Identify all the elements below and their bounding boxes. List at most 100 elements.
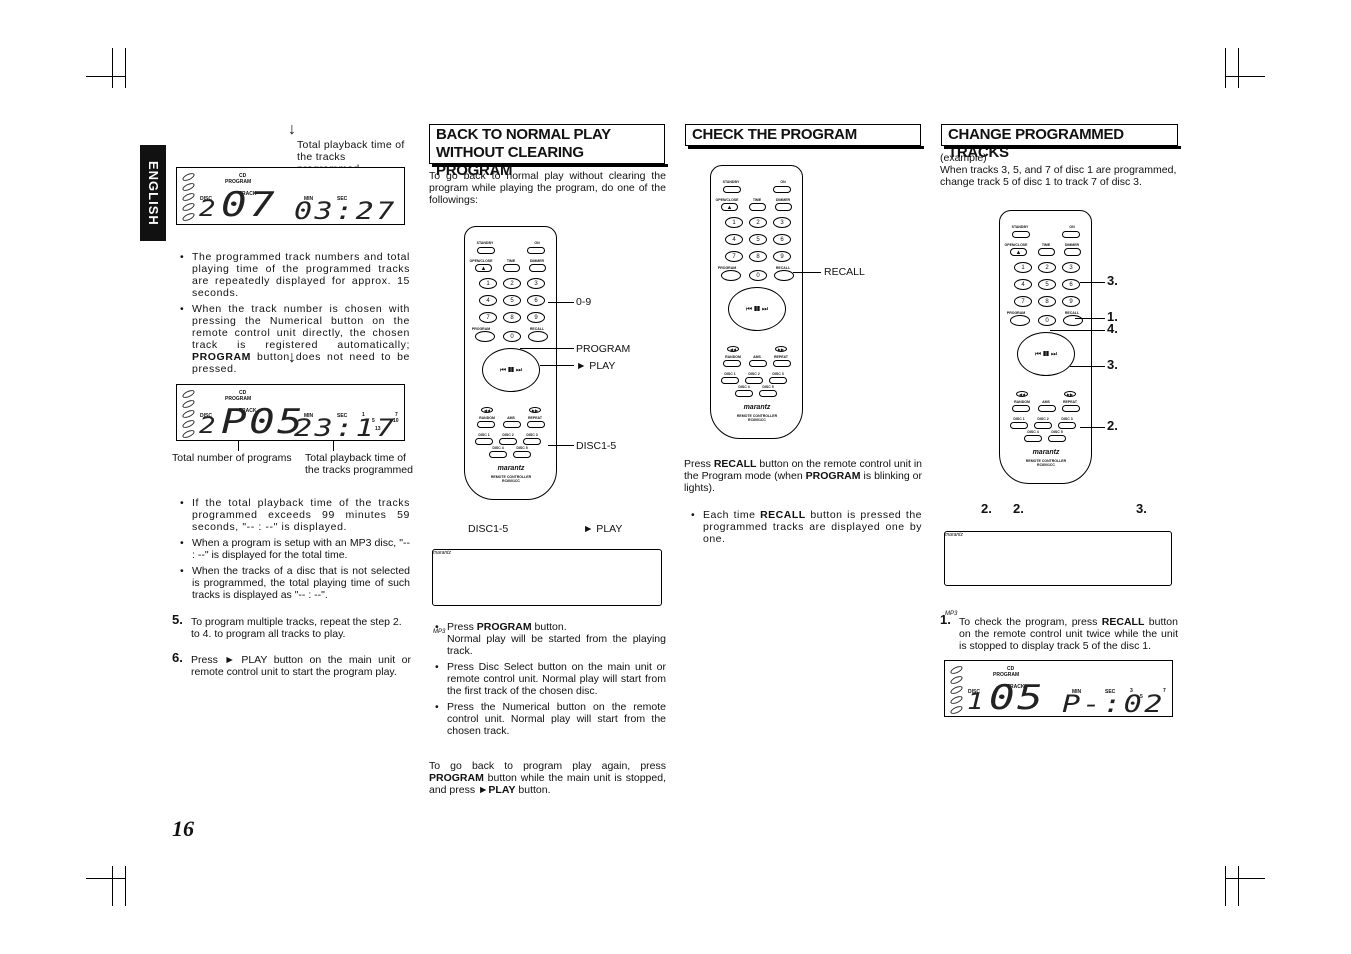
crop-mark [86,878,126,879]
remote-control: STANDBY ON OPEN/CLOSE TIME DIMMER ▲ 1 2 3 4 5 6 7 8 9 P… [464,226,557,500]
label-time: TIME [752,198,762,202]
label-open-close: OPEN/CLOSE [715,198,739,202]
number-key-6: 6 [773,234,791,245]
recall-button [1063,315,1083,326]
ams-back-button: ◀◀ [1016,391,1028,397]
ams-forward-button: ▶▶ [775,346,787,352]
step-5-text: To program multiple tracks, repeat the s… [191,616,402,640]
disc-4-button [735,390,753,397]
model-label: REMOTE CONTROLLER RC6001CC [1025,459,1067,467]
label-repeat: REPEAT [528,416,542,420]
crop-mark [1225,878,1265,879]
open-close-button: ▲ [721,203,738,211]
number-key-7: 7 [1014,296,1032,307]
label-disc: DISC 1 [478,433,490,437]
callout-0-9: 0-9 [576,296,592,308]
main-unit: marantz MP3 [944,531,1172,617]
number-key-4: 4 [725,234,743,245]
disc-tray [433,574,637,583]
dimmer-button [1064,248,1081,256]
number-key-5: 5 [749,234,767,245]
label-on: ON [1069,225,1075,229]
on-button [527,247,545,254]
label-standby: STANDBY [476,241,494,245]
total-time: P-:02 [1062,690,1165,718]
number-key-0: 0 [749,270,767,281]
callout-program: PROGRAM [576,343,631,355]
standby-button [477,247,495,254]
label-disc: DISC 5 [516,446,528,450]
crop-mark [1225,866,1226,906]
number-key-1: 1 [1014,262,1032,273]
step-callout: 2. [1107,418,1118,433]
control-knob [945,593,954,602]
step-number: 5. [172,612,183,627]
disc-4-button [489,451,507,458]
calendar-number: 5 [1140,694,1143,700]
disc-tray [945,556,1147,565]
repeat-button [1062,405,1080,412]
number-key-1: 1 [479,278,497,289]
front-display [945,544,1002,556]
transport-button [945,572,952,579]
program-button [1010,315,1030,326]
time-button [1038,248,1055,256]
number-key-4: 4 [479,295,497,306]
lcd-display-1: CD PROGRAM DISC TRACK MIN SEC 2 07 03:27 7 [176,167,405,225]
transport-button [945,579,952,586]
step-6-text: Press ► PLAY button on the main unit or … [191,654,411,678]
crop-mark [1238,866,1239,906]
crop-mark [1225,48,1226,88]
repeat-button [773,360,791,367]
number-key-0: 0 [503,331,521,342]
model-label: REMOTE CONTROLLER RC6001CC [736,414,778,422]
remote-control: STANDBY ON OPEN/CLOSE TIME DIMMER ▲ 1 2 3 4 5 6 7 8 9 P… [999,210,1092,484]
label-open-close: OPEN/CLOSE [469,259,493,263]
disc-1-button [721,377,739,384]
number-key-2: 2 [749,217,767,228]
crop-mark [86,76,126,77]
calendar-number: 7 [367,203,370,209]
random-button [477,421,495,428]
label-disc: DISC 3 [772,372,784,376]
disc-5-button [513,451,531,458]
disc-ring-icon [181,398,196,410]
open-close-button: ▲ [1010,248,1027,256]
step-number: 6. [172,650,183,665]
crop-mark [112,48,113,88]
on-button [1062,231,1080,238]
language-tab: ENGLISH [140,145,166,241]
brand-logo: marantz [497,465,525,472]
back-bullets: Press PROGRAM button.Normal play will be… [435,621,666,741]
step-callout: 2. [1013,501,1024,516]
number-key-7: 7 [725,251,743,262]
page-number: 16 [172,816,194,841]
disc-5-button [1048,435,1066,442]
transport-button [433,597,440,604]
label-disc: DISC 3 [1061,417,1073,421]
bullet: The programmed track numbers and total p… [180,251,410,299]
label-dimmer: DIMMER [775,198,791,202]
label-random: RANDOM [1014,400,1030,404]
label-standby: STANDBY [722,180,740,184]
label-dimmer: DIMMER [529,259,545,263]
label-standby: STANDBY [1011,225,1029,229]
bullet: Each time RECALL button is pressed the p… [691,509,922,545]
number-key-6: 6 [527,295,545,306]
transport-button [433,583,440,590]
disc-ring-icon [181,191,196,203]
disc-1-button [1010,422,1028,429]
recall-button [528,331,548,342]
control-knob [433,611,442,620]
bullet: Press PROGRAM button.Normal play will be… [435,621,666,657]
disc-ring-icon [949,694,964,706]
play-pause-navigation-pad: ⏮ ❚❚ ⏭ [482,348,540,392]
label-ams: AMS [507,416,515,420]
callout-unit-play: ► PLAY [583,523,623,535]
number-key-9: 9 [1062,296,1080,307]
change-intro: When tracks 3, 5, and 7 of disc 1 are pr… [940,164,1177,188]
standby-button [723,186,741,193]
label-random: RANDOM [479,416,495,420]
ams-back-button: ◀◀ [481,407,493,413]
ams-back-button: ◀◀ [727,346,739,352]
